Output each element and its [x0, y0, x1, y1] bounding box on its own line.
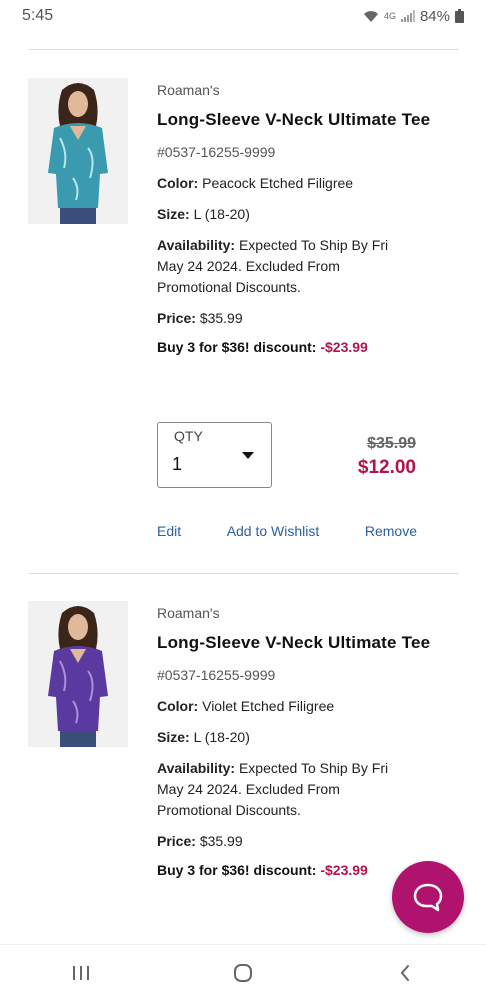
color-label: Color:: [157, 175, 199, 191]
back-icon: [400, 964, 409, 981]
status-bar: 5:45 4G 84%: [0, 0, 486, 32]
product-image[interactable]: [28, 601, 128, 747]
color-row: Color: Violet Etched Filigree: [157, 696, 457, 717]
wifi-icon: [363, 9, 379, 23]
color-value: Peacock Etched Filigree: [202, 175, 354, 191]
home-icon: [234, 963, 252, 982]
brand-name: Roaman's: [157, 82, 220, 98]
size-value: L (18-20): [193, 206, 250, 222]
size-label: Size:: [157, 729, 190, 745]
back-button[interactable]: [375, 953, 435, 993]
remove-link[interactable]: Remove: [365, 523, 417, 539]
availability-row: Availability: Expected To Ship By Fri Ma…: [157, 758, 417, 821]
chat-bubble-icon: [413, 883, 443, 912]
sale-price: $12.00: [357, 457, 416, 478]
product-sku: #0537-16255-9999: [157, 144, 276, 160]
model-illustration: [28, 78, 128, 224]
chat-button[interactable]: [392, 861, 464, 933]
color-row: Color: Peacock Etched Filigree: [157, 173, 457, 194]
product-image[interactable]: [28, 78, 128, 224]
qty-label: QTY: [174, 428, 203, 444]
status-time: 5:45: [22, 7, 54, 24]
price-row: Price: $35.99: [157, 831, 457, 852]
price-label: Price:: [157, 310, 196, 326]
discount-label: Buy 3 for $36! discount:: [157, 339, 317, 355]
status-icons: 4G 84%: [363, 8, 464, 25]
add-to-wishlist-link[interactable]: Add to Wishlist: [227, 523, 320, 539]
discount-amount: -$23.99: [320, 339, 368, 355]
item-details: Roaman's Long-Sleeve V-Neck Ultimate Tee…: [157, 80, 457, 355]
divider: [28, 573, 459, 574]
product-name[interactable]: Long-Sleeve V-Neck Ultimate Tee: [157, 629, 457, 657]
availability-label: Availability:: [157, 237, 236, 253]
price-label: Price:: [157, 833, 196, 849]
discount-label: Buy 3 for $36! discount:: [157, 862, 317, 878]
battery-percent: 84%: [419, 7, 450, 25]
recent-apps-button[interactable]: [51, 953, 111, 993]
battery-icon: [455, 9, 464, 23]
discount-row: Buy 3 for $36! discount: -$23.99: [157, 339, 457, 355]
system-nav-bar: [0, 944, 486, 1000]
product-sku: #0537-16255-9999: [157, 667, 276, 683]
recent-apps-icon: [73, 965, 89, 980]
divider: [28, 49, 459, 50]
home-button[interactable]: [213, 953, 273, 993]
item-details: Roaman's Long-Sleeve V-Neck Ultimate Tee…: [157, 603, 457, 878]
product-name[interactable]: Long-Sleeve V-Neck Ultimate Tee: [157, 106, 457, 134]
color-label: Color:: [157, 698, 199, 714]
quantity-select[interactable]: QTY 1: [157, 422, 272, 488]
availability-row: Availability: Expected To Ship By Fri Ma…: [157, 235, 417, 298]
price-value: $35.99: [199, 310, 243, 326]
size-value: L (18-20): [193, 729, 250, 745]
size-label: Size:: [157, 206, 190, 222]
network-type: 4G: [383, 11, 396, 21]
price-row: Price: $35.99: [157, 308, 457, 329]
original-price: $35.99: [367, 435, 416, 452]
line-price: $35.99 $12.00: [358, 435, 416, 479]
model-illustration: [28, 601, 128, 747]
item-actions: Edit Add to Wishlist Remove: [157, 523, 417, 539]
signal-icon: [400, 10, 415, 22]
availability-label: Availability:: [157, 760, 236, 776]
qty-value: 1: [172, 454, 183, 474]
edit-link[interactable]: Edit: [157, 523, 181, 539]
discount-amount: -$23.99: [320, 862, 368, 878]
brand-name: Roaman's: [157, 605, 220, 621]
price-value: $35.99: [199, 833, 243, 849]
size-row: Size: L (18-20): [157, 204, 457, 225]
size-row: Size: L (18-20): [157, 727, 457, 748]
color-value: Violet Etched Filigree: [202, 698, 335, 714]
chevron-down-icon: [242, 452, 254, 459]
